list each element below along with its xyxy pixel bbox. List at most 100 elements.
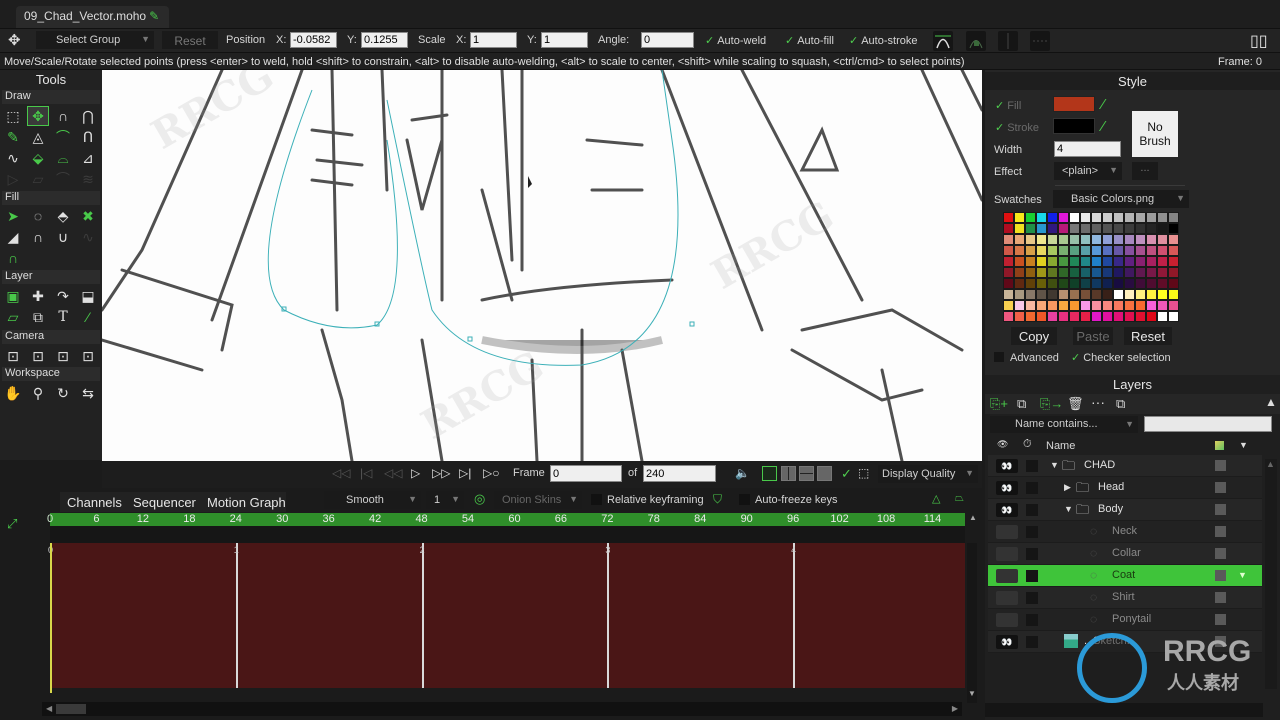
layer-color-tag[interactable] bbox=[1215, 482, 1226, 493]
interp-value-dropdown[interactable]: 1 ▼ bbox=[426, 491, 464, 509]
color-swatch[interactable] bbox=[1102, 234, 1113, 245]
color-swatch[interactable] bbox=[1146, 311, 1157, 322]
noise-tool[interactable]: ≋ bbox=[77, 169, 99, 189]
scroll-left-icon[interactable]: ◀ bbox=[46, 704, 52, 713]
color-swatch[interactable] bbox=[1047, 212, 1058, 223]
layers-scrollbar[interactable]: ▲ bbox=[1265, 459, 1277, 689]
color-swatch[interactable] bbox=[1146, 234, 1157, 245]
color-swatch[interactable] bbox=[1102, 267, 1113, 278]
layer-row[interactable]: ◌ Shirt bbox=[988, 587, 1262, 609]
expand-timeline-icon[interactable]: ⤢ bbox=[7, 516, 17, 532]
loop-icon[interactable]: ▷○ bbox=[483, 466, 499, 480]
color-swatch[interactable] bbox=[1003, 256, 1014, 267]
freehand-tool[interactable]: ✎ bbox=[2, 127, 24, 147]
color-swatch[interactable] bbox=[1157, 223, 1168, 234]
color-swatch[interactable] bbox=[1025, 234, 1036, 245]
color-swatch[interactable] bbox=[1058, 300, 1069, 311]
color-swatch[interactable] bbox=[1014, 223, 1025, 234]
color-swatch[interactable] bbox=[1168, 300, 1179, 311]
fill-eyedropper-icon[interactable]: ⁄ bbox=[1102, 96, 1105, 113]
color-swatch[interactable] bbox=[1036, 311, 1047, 322]
stroke-exposure-tool[interactable]: ∪ bbox=[52, 227, 74, 247]
play-icon[interactable]: ▷ bbox=[411, 466, 420, 480]
color-swatch[interactable] bbox=[1146, 289, 1157, 300]
advanced-checkbox[interactable] bbox=[994, 352, 1004, 362]
color-swatch[interactable] bbox=[1025, 212, 1036, 223]
color-swatch[interactable] bbox=[1135, 256, 1146, 267]
playhead[interactable] bbox=[50, 543, 52, 693]
color-swatch[interactable] bbox=[1157, 212, 1168, 223]
color-swatch[interactable] bbox=[1036, 212, 1047, 223]
roll-camera-tool[interactable]: ⊡ bbox=[52, 346, 74, 366]
layer-filter-dropdown[interactable]: Name contains... ▼ bbox=[990, 416, 1138, 433]
color-swatch[interactable] bbox=[1058, 212, 1069, 223]
scroll-up-icon[interactable]: ▲ bbox=[969, 513, 977, 522]
select-group-dropdown[interactable]: Select Group ▼ bbox=[36, 31, 154, 49]
color-swatch[interactable] bbox=[1036, 300, 1047, 311]
point-reduction-tool[interactable]: ⌓ bbox=[52, 148, 74, 168]
color-swatch[interactable] bbox=[1025, 289, 1036, 300]
stroke-checkbox[interactable]: ✓ Stroke bbox=[995, 121, 1039, 134]
color-swatch[interactable] bbox=[1014, 278, 1025, 289]
color-swatch[interactable] bbox=[1157, 300, 1168, 311]
output-bounds-icon[interactable]: ⬚ bbox=[858, 466, 869, 480]
color-swatch[interactable] bbox=[1113, 311, 1124, 322]
layer-color-tag[interactable] bbox=[1215, 614, 1226, 625]
color-swatch[interactable] bbox=[1124, 267, 1135, 278]
color-swatch[interactable] bbox=[1113, 212, 1124, 223]
color-swatch[interactable] bbox=[1047, 223, 1058, 234]
color-swatch[interactable] bbox=[1157, 278, 1168, 289]
color-swatch[interactable] bbox=[1124, 212, 1135, 223]
color-swatch[interactable] bbox=[1091, 223, 1102, 234]
color-swatch[interactable] bbox=[1069, 311, 1080, 322]
color-swatch[interactable] bbox=[1135, 278, 1146, 289]
rotate-workspace-icon[interactable]: ↻ bbox=[52, 383, 74, 403]
delete-shape-tool[interactable]: ✖ bbox=[77, 206, 99, 226]
stroke-color-swatch[interactable] bbox=[1053, 118, 1095, 134]
check-icon[interactable]: ✓ bbox=[841, 466, 852, 482]
color-swatch[interactable] bbox=[1058, 234, 1069, 245]
color-swatch[interactable] bbox=[1003, 267, 1014, 278]
effect-options-button[interactable]: ... bbox=[1132, 162, 1158, 180]
color-swatch[interactable] bbox=[1102, 245, 1113, 256]
color-swatch[interactable] bbox=[1168, 289, 1179, 300]
layer-color-tag[interactable] bbox=[1215, 526, 1226, 537]
flip-layer-tool[interactable]: ▱ bbox=[2, 307, 24, 327]
color-swatch[interactable] bbox=[1003, 223, 1014, 234]
color-swatch[interactable] bbox=[1058, 267, 1069, 278]
curve-profile-tool[interactable]: ∿ bbox=[77, 227, 99, 247]
duplicate-layer-icon[interactable]: ⧉ bbox=[1017, 396, 1026, 412]
timing-toggle[interactable] bbox=[1026, 570, 1038, 582]
color-swatch[interactable] bbox=[1102, 311, 1113, 322]
color-swatch[interactable] bbox=[1025, 267, 1036, 278]
visibility-toggle[interactable] bbox=[996, 525, 1018, 539]
zoom-out-timeline-icon[interactable]: ⏢ bbox=[955, 492, 964, 505]
color-swatch[interactable] bbox=[1069, 245, 1080, 256]
color-swatch[interactable] bbox=[1058, 311, 1069, 322]
timing-toggle[interactable] bbox=[1026, 460, 1038, 472]
layer-selector-tool[interactable]: ⧉ bbox=[27, 307, 49, 327]
color-swatch[interactable] bbox=[1014, 289, 1025, 300]
timing-toggle[interactable] bbox=[1026, 548, 1038, 560]
layer-color-tag[interactable] bbox=[1215, 570, 1226, 581]
color-swatch[interactable] bbox=[1036, 223, 1047, 234]
set-origin-tool[interactable]: ▣ bbox=[2, 286, 24, 306]
shear-tool[interactable]: ▱ bbox=[27, 169, 49, 189]
color-swatch[interactable] bbox=[1135, 234, 1146, 245]
tab-sequencer[interactable]: Sequencer bbox=[133, 495, 196, 510]
translate-layer-tool[interactable]: ✚ bbox=[27, 286, 49, 306]
onion-skins-dropdown[interactable]: Onion Skins ▼ bbox=[494, 491, 582, 509]
color-swatch[interactable] bbox=[1113, 256, 1124, 267]
color-swatch[interactable] bbox=[1102, 223, 1113, 234]
expand-down-icon[interactable]: ▼ bbox=[1050, 460, 1059, 470]
color-swatch[interactable] bbox=[1036, 267, 1047, 278]
create-shape-tool[interactable]: ◌ bbox=[27, 206, 49, 226]
color-swatch[interactable] bbox=[1102, 278, 1113, 289]
color-swatch[interactable] bbox=[1080, 212, 1091, 223]
visibility-toggle[interactable] bbox=[996, 613, 1018, 627]
color-swatch[interactable] bbox=[1124, 289, 1135, 300]
color-swatch[interactable] bbox=[1146, 256, 1157, 267]
color-swatch[interactable] bbox=[1168, 212, 1179, 223]
blob-brush-tool[interactable]: ∿ bbox=[2, 148, 24, 168]
color-swatch[interactable] bbox=[1146, 212, 1157, 223]
